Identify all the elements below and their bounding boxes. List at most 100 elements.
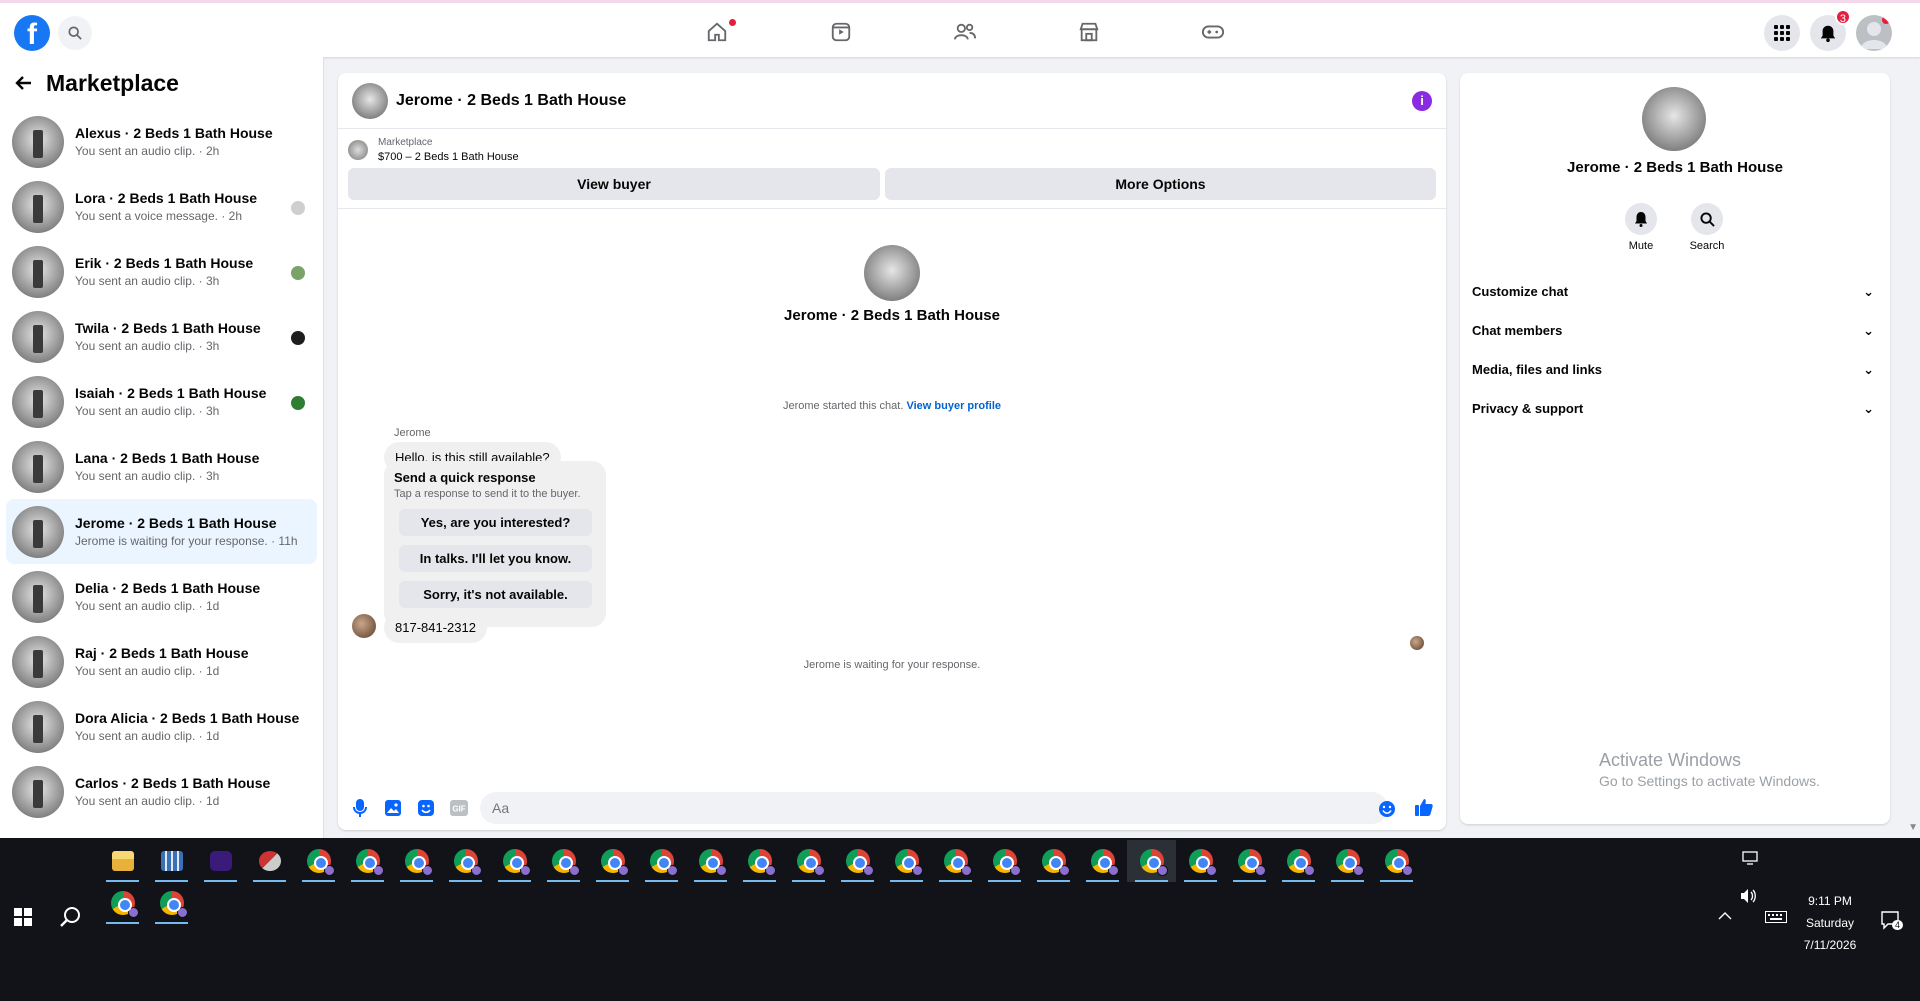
chrome-taskbar-app[interactable] [588, 840, 637, 882]
chat-header-avatar[interactable] [352, 82, 388, 119]
read-receipt-avatar [1410, 636, 1424, 650]
more-options-button[interactable]: More Options [885, 168, 1436, 200]
section-privacy-support[interactable]: Privacy & support ⌄ [1472, 389, 1878, 428]
nav-friends[interactable] [903, 17, 1027, 47]
conversation-avatar [12, 115, 64, 168]
chrome-taskbar-app[interactable] [1225, 840, 1274, 882]
nav-marketplace[interactable] [1027, 17, 1151, 47]
app-red-taskbar-app[interactable] [245, 840, 294, 882]
chrome-taskbar-app[interactable] [1176, 840, 1225, 882]
app-purple-taskbar-app[interactable] [196, 840, 245, 882]
chrome-taskbar-app[interactable] [833, 840, 882, 882]
calculator-icon [160, 851, 183, 871]
chrome-taskbar-app[interactable] [392, 840, 441, 882]
chrome-taskbar-app[interactable] [1274, 840, 1323, 882]
chrome-taskbar-app[interactable] [931, 840, 980, 882]
conversation-item[interactable]: Raj · 2 Beds 1 Bath House You sent an aud… [6, 629, 317, 694]
chrome-icon [894, 849, 923, 876]
sticker-icon[interactable] [416, 798, 436, 818]
emoji-icon[interactable] [1378, 800, 1396, 823]
chrome-taskbar-app[interactable] [294, 840, 343, 882]
chrome-taskbar-app[interactable] [490, 840, 539, 882]
seen-avatar [291, 396, 305, 410]
conversation-item[interactable]: Jerome · 2 Beds 1 Bath House Jerome is wa… [6, 499, 317, 564]
action-center-button[interactable]: 4 [1880, 910, 1904, 935]
chrome-taskbar-app[interactable] [441, 840, 490, 882]
chrome-taskbar-app[interactable] [1029, 840, 1078, 882]
clock[interactable]: 9:11 PM Saturday 7/11/2026 [1780, 890, 1880, 956]
search-button[interactable] [58, 16, 92, 50]
mute-button[interactable]: Mute [1623, 203, 1659, 252]
marketplace-label: Marketplace [378, 137, 433, 148]
chrome-taskbar-app[interactable] [1078, 840, 1127, 882]
section-media-files-links[interactable]: Media, files and links ⌄ [1472, 350, 1878, 389]
menu-button[interactable] [1764, 15, 1800, 51]
scroll-down-arrow[interactable]: ▼ [1908, 822, 1918, 833]
listing-title[interactable]: $700 – 2 Beds 1 Bath House [378, 151, 519, 163]
display-icon[interactable] [1742, 851, 1758, 868]
chrome-taskbar-app[interactable] [147, 882, 196, 924]
conversation-item[interactable]: Dora Alicia · 2 Beds 1 Bath House You sen… [6, 694, 317, 759]
conversation-item[interactable]: Carlos · 2 Beds 1 Bath House You sent an … [6, 759, 317, 824]
taskbar-search-button[interactable] [60, 906, 82, 933]
notifications-button[interactable]: 3 [1810, 9, 1851, 51]
facebook-logo[interactable]: f [14, 15, 50, 51]
chrome-taskbar-app[interactable] [98, 882, 147, 924]
like-thumbs-up-icon[interactable] [1414, 797, 1434, 822]
conversation-preview: You sent an audio clip. · 2h [75, 144, 220, 158]
conversation-item[interactable]: Alexus · 2 Beds 1 Bath House You sent an … [6, 109, 317, 174]
chrome-taskbar-app[interactable] [980, 840, 1029, 882]
chrome-taskbar-app[interactable] [343, 840, 392, 882]
chrome-taskbar-app[interactable] [1127, 840, 1176, 882]
chrome-taskbar-app[interactable] [1372, 840, 1421, 882]
chrome-taskbar-app[interactable] [1323, 840, 1372, 882]
quick-response-yes[interactable]: Yes, are you interested? [399, 509, 592, 536]
nav-gaming[interactable] [1151, 17, 1275, 47]
chrome-taskbar-app[interactable] [735, 840, 784, 882]
conversation-item[interactable]: Lana · 2 Beds 1 Bath House You sent an au… [6, 434, 317, 499]
info-icon[interactable]: i [1412, 91, 1432, 111]
microphone-icon[interactable] [350, 798, 370, 818]
details-avatar[interactable] [1642, 87, 1706, 151]
search-in-conversation-button[interactable]: Search [1689, 203, 1725, 252]
nav-home[interactable] [655, 17, 779, 47]
chrome-taskbar-app[interactable] [882, 840, 931, 882]
nav-watch[interactable] [779, 17, 903, 47]
chrome-taskbar-app[interactable] [539, 840, 588, 882]
details-name: Jerome · 2 Beds 1 Bath House [1567, 159, 1783, 176]
chrome-icon [1041, 849, 1070, 876]
section-label: Customize chat [1472, 284, 1569, 299]
start-button[interactable] [14, 908, 32, 931]
chrome-taskbar-app[interactable] [784, 840, 833, 882]
conversation-item[interactable]: Twila · 2 Beds 1 Bath House You sent an a… [6, 304, 317, 369]
quick-response-not-available[interactable]: Sorry, it's not available. [399, 581, 592, 608]
conversation-item[interactable]: Lora · 2 Beds 1 Bath House You sent a voi… [6, 174, 317, 239]
conversation-item[interactable]: Isaiah · 2 Beds 1 Bath House You sent an … [6, 369, 317, 434]
calculator-taskbar-app[interactable] [147, 840, 196, 882]
section-chat-members[interactable]: Chat members ⌄ [1472, 311, 1878, 350]
chrome-taskbar-app[interactable] [686, 840, 735, 882]
chat-title[interactable]: Jerome · 2 Beds 1 Bath House [396, 92, 626, 110]
listing-thumbnail[interactable] [348, 140, 368, 160]
volume-icon[interactable] [1740, 888, 1758, 907]
conversation-item[interactable]: Erik · 2 Beds 1 Bath House You sent an au… [6, 239, 317, 304]
view-buyer-profile-link[interactable]: View buyer profile [906, 400, 1001, 412]
chevron-down-icon: ⌄ [1863, 361, 1874, 377]
section-customize-chat[interactable]: Customize chat ⌄ [1472, 272, 1878, 311]
quick-response-title: Send a quick response [394, 470, 536, 485]
conversation-name: Jerome · 2 Beds 1 Bath House [75, 515, 277, 531]
quick-response-in-talks[interactable]: In talks. I'll let you know. [399, 545, 592, 572]
chrome-taskbar-app[interactable] [637, 840, 686, 882]
quick-response-card: Send a quick response Tap a response to … [384, 461, 606, 627]
seen-avatar [291, 266, 305, 280]
chevron-up-icon[interactable] [1718, 910, 1732, 924]
photo-icon[interactable] [383, 798, 403, 818]
message-thread: Jerome · 2 Beds 1 Bath House Jerome star… [338, 209, 1446, 759]
conversation-item[interactable]: Delia · 2 Beds 1 Bath House You sent an a… [6, 564, 317, 629]
gif-icon[interactable]: GIF [449, 798, 469, 818]
view-buyer-button[interactable]: View buyer [348, 168, 880, 200]
account-avatar[interactable] [1856, 15, 1892, 51]
message-input[interactable] [480, 792, 1388, 824]
file-explorer-taskbar-app[interactable] [98, 840, 147, 882]
back-arrow-icon[interactable] [14, 73, 34, 93]
